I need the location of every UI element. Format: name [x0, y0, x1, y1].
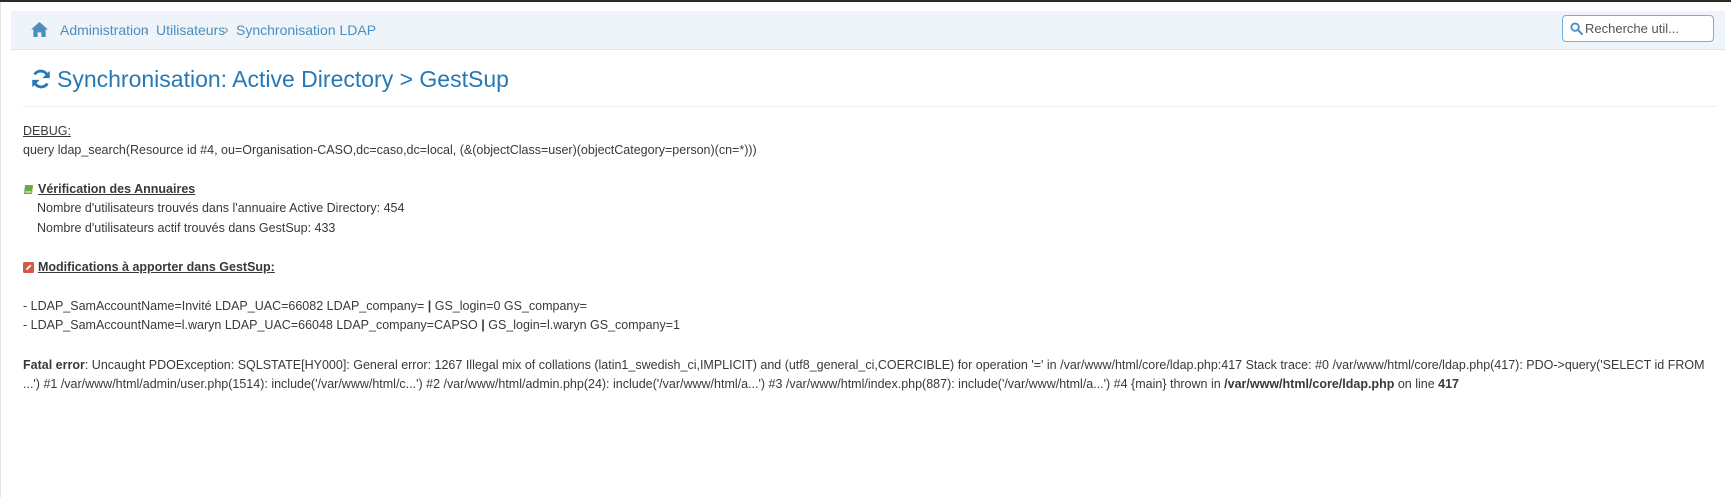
breadcrumb-utilisateurs[interactable]: Utilisateurs — [156, 22, 225, 39]
ldap-values: - LDAP_SamAccountName=l.waryn LDAP_UAC=6… — [23, 318, 478, 332]
debug-query: query ldap_search(Resource id #4, ou=Org… — [23, 143, 757, 157]
edit-icon — [23, 262, 34, 273]
row-separator: | — [427, 299, 432, 313]
breadcrumb-separator: › — [224, 21, 229, 37]
user-search[interactable] — [1562, 15, 1714, 42]
refresh-icon — [32, 69, 50, 89]
fatal-error-message: Fatal error: Uncaught PDOException: SQLS… — [23, 356, 1708, 394]
search-icon — [1570, 22, 1583, 35]
page-title: Synchronisation: Active Directory > Gest… — [57, 66, 509, 92]
breadcrumb-administration[interactable]: Administration — [60, 22, 149, 39]
error-file: /var/www/html/core/ldap.php — [1224, 377, 1395, 391]
page-header: Synchronisation: Active Directory > Gest… — [22, 60, 1717, 107]
debug-label: DEBUG: — [23, 124, 71, 138]
search-input[interactable] — [1585, 19, 1709, 38]
breadcrumb-separator: › — [144, 21, 149, 37]
breadcrumb: Administration › Utilisateurs › Synchron… — [11, 11, 1725, 50]
modification-row: - LDAP_SamAccountName=l.waryn LDAP_UAC=6… — [23, 317, 680, 333]
sidebar-edge — [0, 2, 1, 497]
verification-heading: Vérification des Annuaires — [38, 182, 196, 196]
home-icon[interactable] — [30, 21, 49, 38]
modifications-heading: Modifications à apporter dans GestSup: — [38, 260, 275, 274]
error-line-number: 417 — [1438, 377, 1459, 391]
window-top-border — [0, 0, 1731, 2]
ldap-values: - LDAP_SamAccountName=Invité LDAP_UAC=66… — [23, 299, 425, 313]
error-on-line: on line — [1394, 377, 1439, 391]
gestsup-values: GS_login=l.waryn GS_company=1 — [488, 318, 680, 332]
breadcrumb-synchronisation-ldap[interactable]: Synchronisation LDAP — [236, 22, 376, 39]
book-icon — [24, 185, 33, 194]
fatal-error-label: Fatal error — [23, 358, 85, 372]
gestsup-values: GS_login=0 GS_company= — [434, 299, 587, 313]
gestsup-user-count: Nombre d'utilisateurs actif trouvés dans… — [37, 221, 336, 235]
row-separator: | — [481, 318, 485, 332]
ad-user-count: Nombre d'utilisateurs trouvés dans l'ann… — [37, 201, 405, 215]
modification-row: - LDAP_SamAccountName=Invité LDAP_UAC=66… — [23, 298, 587, 314]
